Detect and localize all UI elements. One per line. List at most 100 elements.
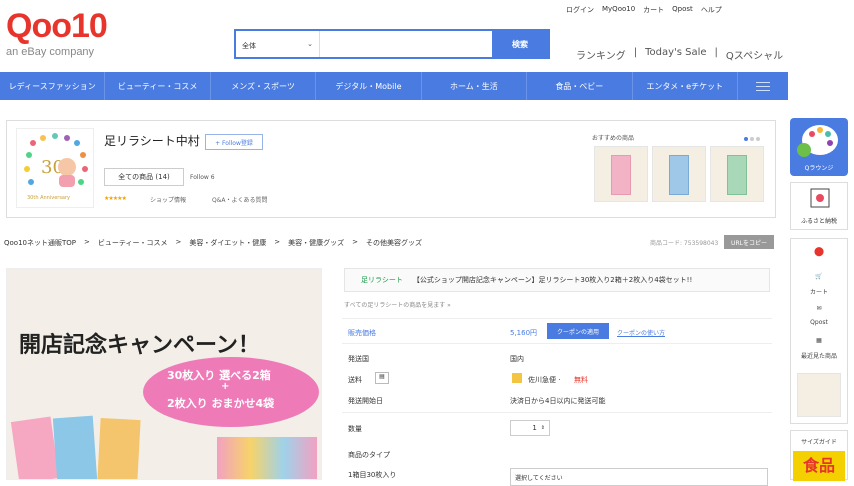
breadcrumb: Qoo10ネット通販TOP > ビューティー・コスメ > 美容・ダイエット・健康… xyxy=(4,238,422,248)
nav-item-home[interactable]: ホーム・生活 xyxy=(422,72,528,100)
all-items-button[interactable]: 全ての商品 (14) xyxy=(104,168,184,186)
recommended-item[interactable] xyxy=(710,146,764,202)
qlounge-label: Qラウンジ xyxy=(804,165,834,172)
menu-icon[interactable] xyxy=(738,72,788,100)
url-copy-button[interactable]: URLをコピー xyxy=(724,235,774,249)
package-icon xyxy=(512,373,522,383)
cart-icon[interactable]: 🛒 xyxy=(791,273,847,280)
product-box xyxy=(52,415,98,479)
qpost-label: Qpost xyxy=(810,319,828,326)
breadcrumb-separator: > xyxy=(274,238,281,246)
see-all-link[interactable]: すべての足リラシートの商品を見ます » xyxy=(344,300,451,309)
shipping-free: 無料 xyxy=(574,376,588,384)
shop-info-link[interactable]: ショップ情報 xyxy=(150,195,186,204)
anniversary-label: 30th Anniversary xyxy=(27,195,71,201)
furusato-button[interactable]: ふるさと納税 xyxy=(790,182,848,230)
breadcrumb-diet-health[interactable]: 美容・ダイエット・健康 xyxy=(189,238,266,248)
nav-item-food[interactable]: 食品・ベビー xyxy=(527,72,633,100)
breadcrumb-separator: > xyxy=(175,238,182,246)
logo-subtext: an eBay company xyxy=(6,46,95,58)
shop-tag[interactable]: 足リラシート xyxy=(361,275,403,285)
size-guide-label: サイズガイド xyxy=(801,439,837,446)
top-links: ログイン MyQoo10 カート Qpost ヘルプ xyxy=(566,5,722,15)
coupon-apply-button[interactable]: クーポンの適用 xyxy=(547,323,609,339)
qa-link[interactable]: Q&A・よくある質問 xyxy=(212,195,268,204)
qspecial-link[interactable]: Qスペシャル xyxy=(726,47,783,62)
ship-start-value: 決済日から4日以内に発送可能 xyxy=(510,397,606,405)
breadcrumb-beauty[interactable]: ビューティー・コスメ xyxy=(98,238,168,248)
product-title-bar: 足リラシート 【公式ショップ開店記念キャンペーン】足リラシート30枚入り2箱＋2… xyxy=(344,268,770,292)
recently-viewed-label: 最近見た商品 xyxy=(800,353,837,360)
cart-link[interactable]: カート xyxy=(643,5,664,15)
help-link[interactable]: ヘルプ xyxy=(701,5,722,15)
category-nav: レディースファッション ビューティー・コスメ メンズ・スポーツ デジタル・Mob… xyxy=(0,72,788,100)
variant-select[interactable]: 選択してください xyxy=(510,468,768,486)
size-guide[interactable]: サイズガイド 食品 xyxy=(790,430,848,481)
banner-plus: + xyxy=(221,381,230,392)
price-label: 販売価格 xyxy=(348,329,376,337)
breadcrumb-health-goods[interactable]: 美容・健康グッズ xyxy=(288,238,344,248)
recommended-item[interactable] xyxy=(594,146,648,202)
breadcrumb-separator: > xyxy=(84,238,90,246)
hometown-tax-icon xyxy=(810,188,830,208)
quantity-value: 1 xyxy=(532,424,537,432)
chevron-down-icon: ⌄ xyxy=(307,40,313,48)
todays-sale-link[interactable]: Today's Sale xyxy=(645,47,706,62)
alert-icon[interactable]: ⬤ xyxy=(791,247,847,257)
special-links: ランキング | Today's Sale | Qスペシャル xyxy=(576,47,783,62)
quantity-stepper[interactable]: 1 ⇕ xyxy=(510,420,550,436)
banner-line-2: 2枚入り おまかせ4袋 xyxy=(167,397,275,410)
divider xyxy=(342,412,772,413)
product-main-image[interactable]: 開店記念キャンペーン！ 30枚入り 選べる2箱 + 2枚入り おまかせ4袋 xyxy=(6,268,322,480)
login-link[interactable]: ログイン xyxy=(566,5,594,15)
logo-text: Qoo10 xyxy=(6,7,108,45)
product-title: 【公式ショップ開店記念キャンペーン】足リラシート30枚入り2箱＋2枚入り4袋セッ… xyxy=(412,276,693,284)
search-category-value: 全体 xyxy=(242,42,256,50)
recommended-label: おすすめの商品 xyxy=(592,135,635,142)
quick-tools: ⬤ 🛒 カート ✉ Qpost ▦ 最近見た商品 xyxy=(790,238,848,424)
stepper-arrows-icon[interactable]: ⇕ xyxy=(541,425,545,431)
carousel-dots[interactable] xyxy=(744,137,760,141)
recommended-item[interactable] xyxy=(652,146,706,202)
breadcrumb-other-beauty[interactable]: その他美容グッズ xyxy=(366,238,422,248)
nav-item-mens[interactable]: メンズ・スポーツ xyxy=(211,72,317,100)
ship-from-label: 発送国 xyxy=(348,355,369,363)
qpost-icon[interactable]: ✉ xyxy=(791,305,847,312)
search-bar: 全体 ⌄ 検索 xyxy=(234,29,550,59)
ranking-link[interactable]: ランキング xyxy=(576,47,626,62)
banner-title: 開店記念キャンペーン！ xyxy=(19,333,260,358)
product-box xyxy=(97,417,141,479)
type-label: 商品のタイプ xyxy=(348,451,390,459)
ship-start-label: 発送開始日 xyxy=(348,397,383,405)
divider: | xyxy=(714,47,718,58)
shop-name: 足リラシート中村 xyxy=(104,134,200,148)
qlounge-button[interactable]: Qラウンジ xyxy=(790,118,848,176)
product-packets xyxy=(217,437,317,479)
nav-item-digital[interactable]: デジタル・Mobile xyxy=(316,72,422,100)
search-button[interactable]: 検索 xyxy=(492,31,548,57)
furusato-label: ふるさと納税 xyxy=(800,218,837,225)
search-category-select[interactable]: 全体 ⌄ xyxy=(236,31,320,57)
coupon-howto-link[interactable]: クーポンの使い方 xyxy=(617,328,665,337)
quantity-label: 数量 xyxy=(348,425,362,433)
qoo10-logo[interactable]: Qoo10 an eBay company xyxy=(6,8,126,68)
nav-item-ladies[interactable]: レディースファッション xyxy=(0,72,106,100)
qpost-link[interactable]: Qpost xyxy=(672,5,693,15)
ship-from-value: 国内 xyxy=(510,355,524,363)
nav-item-entertainment[interactable]: エンタメ・eチケット xyxy=(633,72,738,100)
shop-logo-image[interactable]: 30 30th Anniversary xyxy=(16,128,94,208)
recently-viewed-thumbnail[interactable] xyxy=(797,373,841,417)
variant-select-value: 選択してください xyxy=(515,475,563,482)
shipping-info-icon[interactable]: ▤ xyxy=(375,372,389,384)
search-input[interactable] xyxy=(320,31,492,57)
myqoo10-link[interactable]: MyQoo10 xyxy=(602,5,635,15)
variant-label: 1箱目30枚入り xyxy=(348,471,397,479)
nav-item-beauty[interactable]: ビューティー・コスメ xyxy=(105,72,211,100)
price-value: 5,160円 xyxy=(510,329,538,337)
follow-button[interactable]: + Follow登録 xyxy=(205,134,263,150)
palette-icon xyxy=(797,125,838,157)
follow-count: Follow 6 xyxy=(190,174,215,181)
food-banner[interactable]: 食品 xyxy=(793,451,845,481)
recently-viewed-icon[interactable]: ▦ xyxy=(791,337,847,344)
breadcrumb-top[interactable]: Qoo10ネット通販TOP xyxy=(4,238,76,248)
